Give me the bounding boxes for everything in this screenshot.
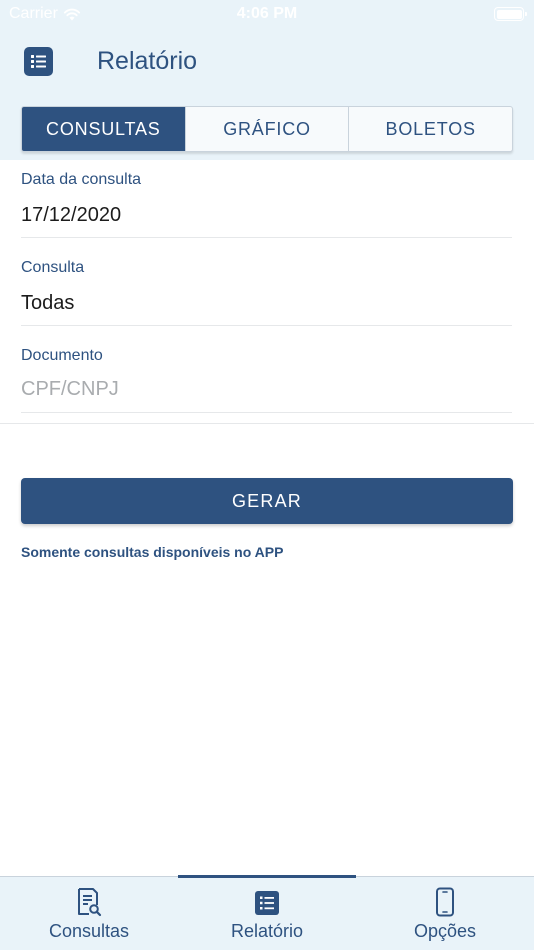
status-time: 4:06 PM <box>236 5 298 22</box>
document-search-icon <box>78 888 102 917</box>
segment-boletos[interactable]: BOLETOS <box>349 107 512 151</box>
segment-consultas[interactable]: CONSULTAS <box>22 107 186 151</box>
generate-button[interactable]: GERAR <box>21 478 513 524</box>
date-value: 17/12/2020 <box>21 204 122 226</box>
tab-opcoes[interactable]: Opções <box>356 877 534 950</box>
page-title: Relatório <box>97 47 198 75</box>
date-label: Data da consulta <box>21 171 142 188</box>
status-bar: Carrier 4:06 PM <box>0 0 534 28</box>
list-icon <box>31 55 46 68</box>
tab-bar: Consultas Relatório Opções <box>0 875 534 950</box>
query-label: Consulta <box>21 259 85 276</box>
date-field[interactable]: Data da consulta 17/12/2020 <box>21 171 512 238</box>
section-divider <box>0 423 534 424</box>
menu-button[interactable] <box>24 47 53 76</box>
phone-icon <box>436 887 454 917</box>
document-field: Documento <box>21 347 512 413</box>
document-label: Documento <box>21 347 103 364</box>
battery-icon <box>494 7 527 21</box>
query-field[interactable]: Consulta Todas <box>21 259 512 326</box>
query-value: Todas <box>21 292 75 314</box>
segmented-control: CONSULTAS GRÁFICO BOLETOS <box>21 106 513 152</box>
tab-consultas[interactable]: Consultas <box>0 877 178 950</box>
list-icon <box>255 891 279 915</box>
tab-opcoes-label: Opções <box>413 921 477 941</box>
segment-grafico[interactable]: GRÁFICO <box>186 107 350 151</box>
availability-note: Somente consultas disponíveis no APP <box>21 544 284 560</box>
document-input[interactable] <box>21 378 512 401</box>
tab-consultas-label: Consultas <box>48 921 130 941</box>
tab-relatorio[interactable]: Relatório <box>178 875 356 950</box>
tab-relatorio-label: Relatório <box>230 921 304 941</box>
